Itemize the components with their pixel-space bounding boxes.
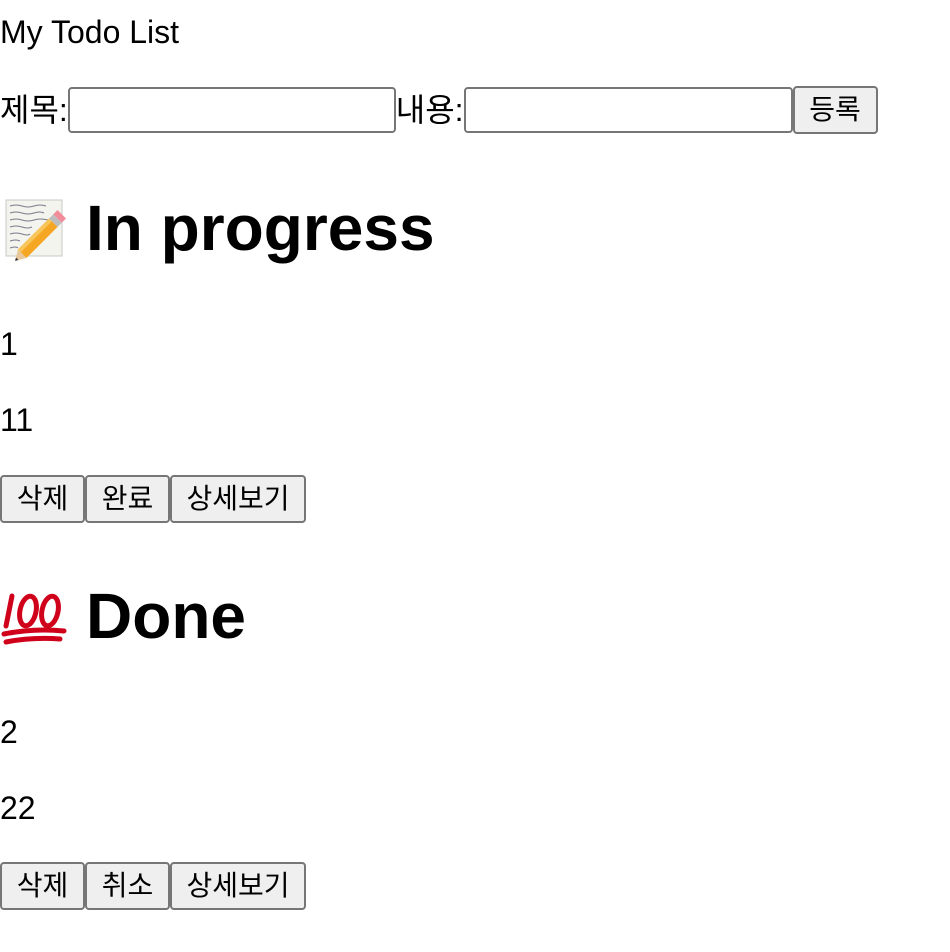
hundred-points-icon [0,582,68,650]
complete-button[interactable]: 완료 [85,475,170,523]
in-progress-heading: In progress [0,190,435,266]
section-heading-text: Done [86,580,246,652]
todo-form: 제목: 내용: 등록 [0,86,878,134]
memo-pencil-icon [0,194,68,262]
delete-button[interactable]: 삭제 [0,862,85,910]
page-title: My Todo List [0,14,180,50]
submit-button[interactable]: 등록 [792,86,878,134]
todo-item-title: 1 [0,326,18,362]
detail-button[interactable]: 상세보기 [170,475,306,523]
todo-item-content: 11 [0,402,34,438]
delete-button[interactable]: 삭제 [0,475,85,523]
content-label: 내용: [395,92,464,128]
title-label: 제목: [0,92,68,128]
todo-item-title: 2 [0,714,18,750]
todo-item-actions: 삭제 취소 상세보기 [0,862,306,910]
detail-button[interactable]: 상세보기 [170,862,306,910]
done-heading: Done [0,578,246,654]
cancel-button[interactable]: 취소 [85,862,170,910]
title-input[interactable] [67,87,396,133]
content-input[interactable] [463,87,793,133]
todo-item-content: 22 [0,790,36,826]
todo-item-actions: 삭제 완료 상세보기 [0,475,306,523]
section-heading-text: In progress [86,192,435,264]
